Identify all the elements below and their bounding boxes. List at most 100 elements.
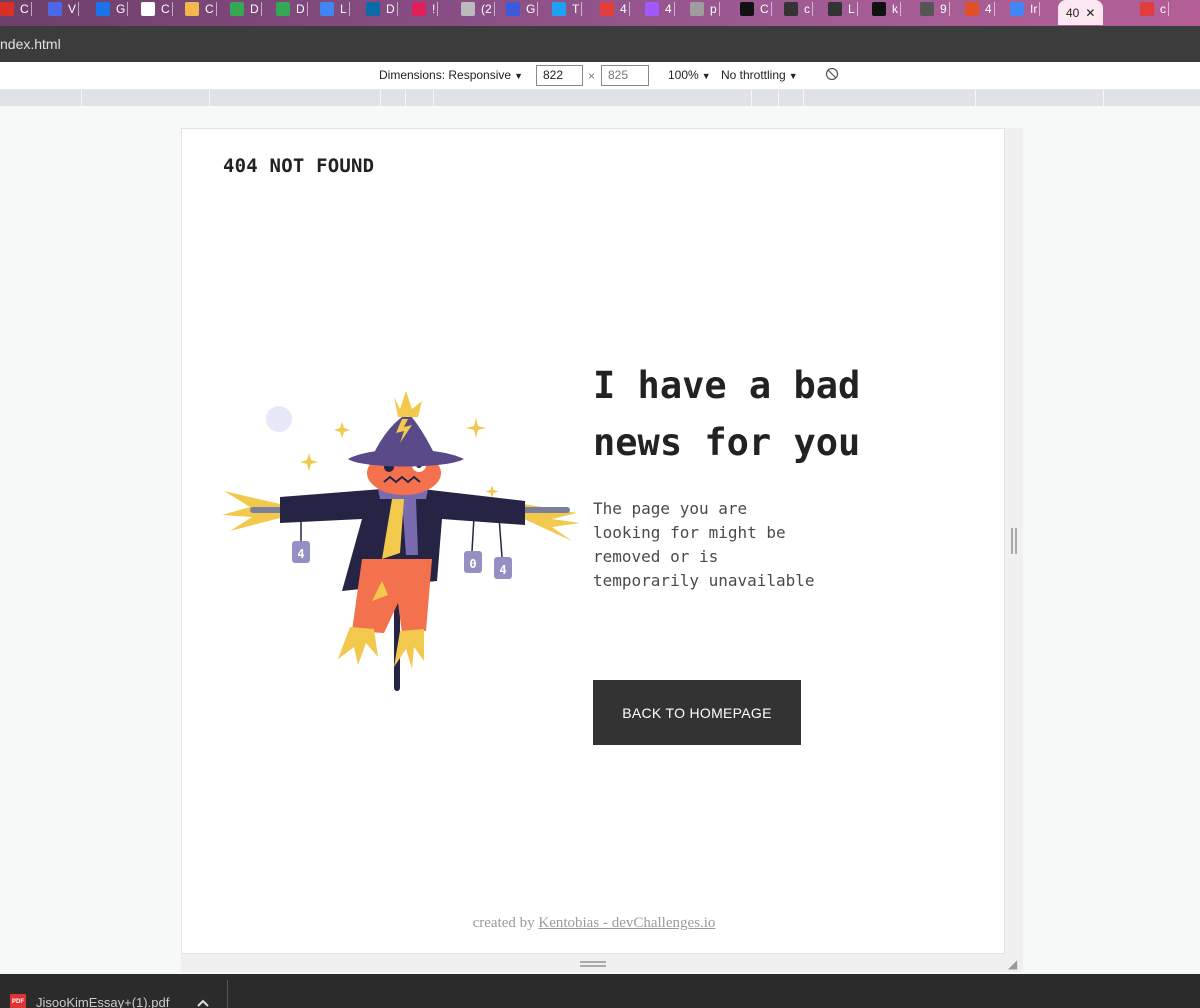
file-icon	[690, 2, 704, 16]
tab-label: T	[572, 2, 580, 16]
tab-label: C	[760, 2, 769, 16]
browser-tab[interactable]: (2	[461, 0, 495, 18]
width-input[interactable]: 822	[536, 65, 583, 86]
tab-label: L	[340, 2, 347, 16]
tab-separator	[673, 2, 675, 16]
maps-icon	[276, 2, 290, 16]
resize-handle-corner-icon[interactable]: ◢	[1008, 958, 1020, 970]
zoom-dropdown[interactable]: 100% ▼	[668, 68, 711, 82]
terminal-icon	[828, 2, 842, 16]
tab-separator	[348, 2, 350, 16]
browser-tab[interactable]: C	[185, 0, 217, 18]
browser-tab[interactable]: G	[96, 0, 129, 18]
height-input[interactable]: 825	[601, 65, 649, 86]
tab-separator	[215, 2, 217, 16]
browser-tab[interactable]: D	[230, 0, 262, 18]
downloads-bar: PDF JisooKimEssay+(1).pdf	[0, 974, 1200, 1008]
browser-tab[interactable]: c	[1140, 0, 1169, 18]
browser-tab[interactable]: Ir	[1010, 0, 1041, 18]
rotate-icon[interactable]	[825, 67, 839, 84]
back-to-homepage-button[interactable]: BACK TO HOMEPAGE	[593, 680, 801, 745]
tab-label: k	[892, 2, 898, 16]
tab-label: c	[804, 2, 810, 16]
browser-tab-active[interactable]: 40 ✕	[1058, 0, 1104, 25]
calendar-icon	[96, 2, 110, 16]
browser-tab[interactable]: 4	[600, 0, 630, 18]
tab-label: L	[848, 2, 855, 16]
pdf-icon: PDF	[10, 994, 26, 1008]
tab-separator	[437, 2, 439, 16]
sound-icon	[461, 2, 475, 16]
browser-tab[interactable]: D	[276, 0, 308, 18]
browser-tab[interactable]: L	[828, 0, 858, 18]
browser-tab[interactable]: L	[320, 0, 350, 18]
tab-label: C	[205, 2, 214, 16]
dimensions-dropdown[interactable]: Dimensions: Responsive ▼	[379, 68, 523, 82]
throttle-label: No throttling	[721, 68, 786, 82]
browser-tab[interactable]: 4	[645, 0, 675, 18]
title-bar: ndex.html	[0, 26, 1200, 62]
tab-label: C	[20, 2, 29, 16]
browser-tab[interactable]: p	[690, 0, 720, 18]
browser-tab[interactable]: 4	[965, 0, 995, 18]
tab-label: D	[386, 2, 395, 16]
credits-separator: -	[599, 915, 612, 931]
browser-tab[interactable]: T	[552, 0, 583, 18]
gmail-icon	[0, 2, 14, 16]
globe-icon	[920, 2, 934, 16]
tab-separator	[718, 2, 720, 16]
tab-separator	[770, 2, 772, 16]
grid-icon	[1010, 2, 1024, 16]
browser-tab[interactable]: 9	[920, 0, 950, 18]
tab-separator	[628, 2, 630, 16]
tab-separator	[812, 2, 813, 16]
dominos-icon	[366, 2, 380, 16]
dollar-icon	[740, 2, 754, 16]
resize-handle-bottom[interactable]	[580, 961, 606, 967]
scarecrow-illustration: 4 0 4	[222, 391, 580, 691]
tab-label: 4	[665, 2, 672, 16]
can-label: 4	[499, 563, 506, 577]
tab-label: c	[1160, 2, 1166, 16]
tab-label: G	[116, 2, 126, 16]
download-item[interactable]: PDF JisooKimEssay+(1).pdf	[10, 994, 169, 1008]
tab-separator	[856, 2, 858, 16]
tab-label: C	[161, 2, 170, 16]
tab-label: D	[250, 2, 259, 16]
browser-tab[interactable]: !	[412, 0, 439, 18]
close-tab-icon[interactable]: ✕	[1085, 6, 1095, 20]
devchallenges-link[interactable]: devChallenges.io	[612, 915, 716, 931]
maps-icon	[230, 2, 244, 16]
browser-tab[interactable]: C	[0, 0, 32, 18]
dimensions-label: Dimensions: Responsive	[379, 68, 512, 82]
browser-tab[interactable]: D	[366, 0, 398, 18]
caret-down-icon: ▼	[514, 71, 523, 81]
browser-tab[interactable]: c	[784, 0, 813, 18]
throttle-dropdown[interactable]: No throttling ▼	[721, 68, 798, 82]
drop-icon	[320, 2, 334, 16]
browser-tab[interactable]: G	[506, 0, 539, 18]
chevron-up-icon[interactable]	[197, 994, 209, 1008]
footer-credits: created by Kentobias - devChallenges.io	[182, 915, 1006, 932]
code-icon	[600, 2, 614, 16]
tab-separator	[1039, 2, 1041, 16]
html5-icon	[965, 2, 979, 16]
media-query-ruler	[0, 90, 1200, 106]
browser-tab[interactable]: C	[740, 0, 772, 18]
browser-tab[interactable]: C	[141, 0, 173, 18]
tab-label: G	[526, 2, 536, 16]
avatar-icon	[185, 2, 199, 16]
tab-separator	[900, 2, 901, 16]
resize-handle-right[interactable]	[1011, 528, 1017, 554]
download-divider	[227, 980, 228, 1008]
author-link[interactable]: Kentobias	[538, 915, 599, 931]
tab-separator	[78, 2, 80, 16]
tab-separator	[537, 2, 539, 16]
tab-label: 40	[1066, 5, 1080, 20]
tab-separator	[581, 2, 583, 16]
tab-label: (2	[481, 2, 492, 16]
browser-tab[interactable]: V	[48, 0, 80, 18]
tab-separator	[1168, 2, 1169, 16]
tab-separator	[306, 2, 308, 16]
browser-tab[interactable]: k	[872, 0, 901, 18]
